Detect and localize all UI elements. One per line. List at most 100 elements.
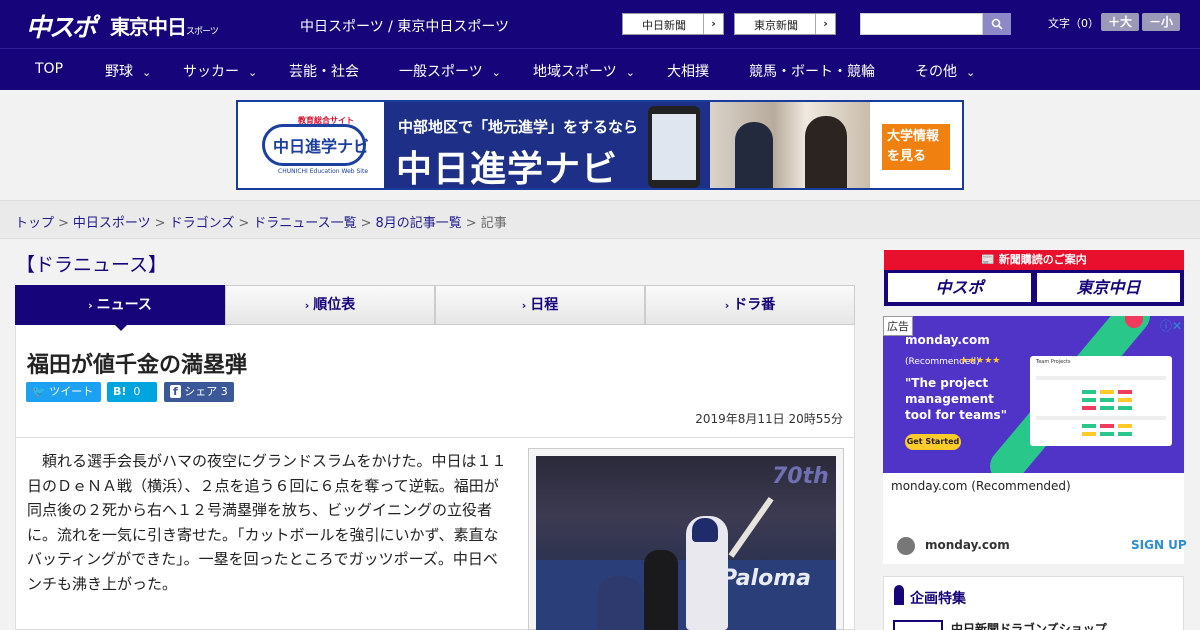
- font-bigger-button[interactable]: ＋大: [1101, 13, 1139, 31]
- chevron-down-icon: ⌄: [491, 66, 501, 79]
- nav-label: 競馬・ボート・競輪: [749, 64, 875, 80]
- banner-cta-button[interactable]: 大学情報を見る: [882, 124, 950, 170]
- ad-screen-cell: [1118, 398, 1132, 402]
- nav-item-racing[interactable]: 競馬・ボート・競輪: [749, 61, 875, 81]
- ad-brand: monday.com: [905, 333, 990, 347]
- nav-label: サッカー: [183, 64, 239, 80]
- breadcrumb-link[interactable]: トップ: [15, 216, 54, 231]
- site-title: 中日スポーツ / 東京中日スポーツ: [300, 19, 510, 35]
- phone-image: [648, 106, 700, 188]
- breadcrumb-link[interactable]: 8月の記事一覧: [376, 216, 462, 231]
- feature-item-link[interactable]: 中日新聞ドラゴンズショップ: [951, 620, 1107, 630]
- ad-advertiser-name[interactable]: monday.com (Recommended): [891, 479, 1071, 493]
- shingaku-navi-banner[interactable]: 教育総合サイト 中日進学ナビ CHUNICHI Education Web Si…: [236, 100, 964, 190]
- ad-screen-cell: [1118, 406, 1132, 410]
- chevron-right-icon: ›: [724, 299, 730, 312]
- tab-label: 日程: [530, 297, 559, 313]
- facebook-count: 3: [220, 385, 228, 398]
- subscription-title: 新聞購読のご案内: [998, 253, 1087, 266]
- nav-item-other[interactable]: その他 ⌄: [915, 61, 975, 81]
- ad-screen-title: Team Projects: [1036, 359, 1071, 365]
- tokyo-logo-text: 東京中日: [110, 15, 187, 39]
- hatena-icon: B!: [113, 385, 127, 398]
- nav-label: その他: [915, 64, 957, 80]
- nav-label: TOP: [35, 61, 64, 77]
- board-text: Paloma: [721, 566, 811, 591]
- phone-screen: [652, 114, 696, 180]
- section-title: 【ドラニュース】: [16, 254, 168, 276]
- search-input[interactable]: [860, 13, 983, 35]
- nav-item-top[interactable]: TOP: [35, 61, 63, 77]
- ad-domain[interactable]: monday.com: [925, 538, 1010, 552]
- nav-label: 芸能・社会: [289, 64, 359, 80]
- newspaper-icon: 📰: [981, 253, 999, 266]
- facebook-share-button[interactable]: f シェア 3: [164, 382, 234, 402]
- ad-info-icon[interactable]: ⓘ✕: [1150, 317, 1182, 333]
- chunichi-shimbun-link[interactable]: 中日新聞 ›: [622, 13, 724, 35]
- tokyo-shimbun-link[interactable]: 東京新聞 ›: [734, 13, 836, 35]
- nav-item-general-sports[interactable]: 一般スポーツ ⌄: [399, 61, 501, 81]
- chuspo-logo[interactable]: 中スポ: [26, 8, 97, 44]
- tab-news[interactable]: › ニュース: [15, 285, 225, 325]
- hatena-bookmark-button[interactable]: B! 0: [107, 382, 157, 402]
- chuspo-subscribe-link[interactable]: 中スポ: [888, 273, 1031, 302]
- ad-screen-cell: [1100, 424, 1114, 428]
- ad-screen-cell: [1100, 390, 1114, 394]
- breadcrumb-link[interactable]: ドラニュース一覧: [253, 216, 356, 231]
- ad-signup-button[interactable]: SIGN UP: [1131, 538, 1187, 552]
- facebook-share-label: シェア: [184, 385, 218, 398]
- batter-helmet: [692, 518, 718, 542]
- nav-item-baseball[interactable]: 野球 ⌄: [105, 61, 151, 81]
- nav-item-local-sports[interactable]: 地域スポーツ ⌄: [533, 61, 635, 81]
- twitter-icon: 🐦: [32, 385, 46, 398]
- tokyo-chunichi-logo[interactable]: 東京中日スポーツ: [110, 11, 219, 40]
- student-figure: [805, 116, 847, 188]
- main-nav: TOP 野球 ⌄ サッカー ⌄ 芸能・社会 一般スポーツ ⌄ 地域スポーツ ⌄ 大相撲 …: [0, 48, 1200, 90]
- article-photo[interactable]: 70th Paloma: [536, 456, 836, 630]
- breadcrumb: トップ > 中日スポーツ > ドラゴンズ > ドラニュース一覧 >8月の記事一覧 > 記事: [15, 212, 507, 231]
- ad-screen-cell: [1118, 424, 1132, 428]
- breadcrumb-separator: >: [238, 216, 250, 231]
- feature-title: 企画特集: [910, 591, 966, 607]
- breadcrumb-separator: >: [58, 216, 69, 231]
- breadcrumb-separator: >: [154, 216, 166, 231]
- article-headline: 福田が値千金の満塁弾: [27, 353, 248, 378]
- tokyo-chunichi-subscribe-link[interactable]: 東京中日: [1037, 273, 1180, 302]
- nav-label: 大相撲: [667, 64, 709, 80]
- active-tab-indicator: [113, 323, 129, 331]
- chevron-down-icon: ⌄: [142, 66, 152, 79]
- nav-item-soccer[interactable]: サッカー ⌄: [183, 61, 257, 81]
- ad-screen-cell: [1082, 424, 1096, 428]
- subscription-box[interactable]: 📰 新聞購読のご案内 中スポ 東京中日: [884, 250, 1184, 306]
- chevron-right-icon: ›: [304, 299, 310, 312]
- breadcrumb-link[interactable]: 中日スポーツ: [73, 216, 151, 231]
- nav-item-entertainment[interactable]: 芸能・社会: [289, 61, 359, 81]
- breadcrumb-link[interactable]: ドラゴンズ: [170, 216, 235, 231]
- globe-icon: [897, 537, 915, 555]
- chevron-right-icon: ›: [703, 14, 723, 34]
- tweet-button[interactable]: 🐦 ツイート: [26, 382, 101, 402]
- ad-screen-cell: [1118, 432, 1132, 436]
- news-tabs: › ニュース › 順位表 › 日程 › ドラ番: [15, 285, 855, 325]
- chevron-down-icon: ⌄: [625, 66, 635, 79]
- breadcrumb-bar: トップ > 中日スポーツ > ドラゴンズ > ドラニュース一覧 >8月の記事一覧 > 記事: [0, 200, 1200, 239]
- star-rating-icon: ★★★★★: [960, 356, 1001, 366]
- ad-screen-cell: [1082, 390, 1096, 394]
- nav-item-sumo[interactable]: 大相撲: [667, 61, 709, 81]
- subscription-header: 📰 新聞購読のご案内: [884, 250, 1184, 270]
- ad-get-started-button[interactable]: Get Started: [905, 434, 961, 450]
- font-smaller-button[interactable]: －小: [1142, 13, 1180, 31]
- search-icon: [991, 18, 1003, 30]
- student-figure: [735, 122, 773, 188]
- tab-standings[interactable]: › 順位表: [225, 285, 435, 325]
- ad-screen-cell: [1118, 390, 1132, 394]
- feature-thumbnail[interactable]: [893, 620, 943, 630]
- tab-dora-ban[interactable]: › ドラ番: [645, 285, 855, 325]
- search-button[interactable]: [983, 13, 1011, 35]
- tokyo-logo-small: スポーツ: [186, 27, 219, 37]
- tab-schedule[interactable]: › 日程: [435, 285, 645, 325]
- tab-label: ニュース: [96, 297, 152, 313]
- students-photo: [710, 102, 870, 188]
- chevron-right-icon: ›: [88, 299, 93, 312]
- tab-label: 順位表: [313, 297, 356, 313]
